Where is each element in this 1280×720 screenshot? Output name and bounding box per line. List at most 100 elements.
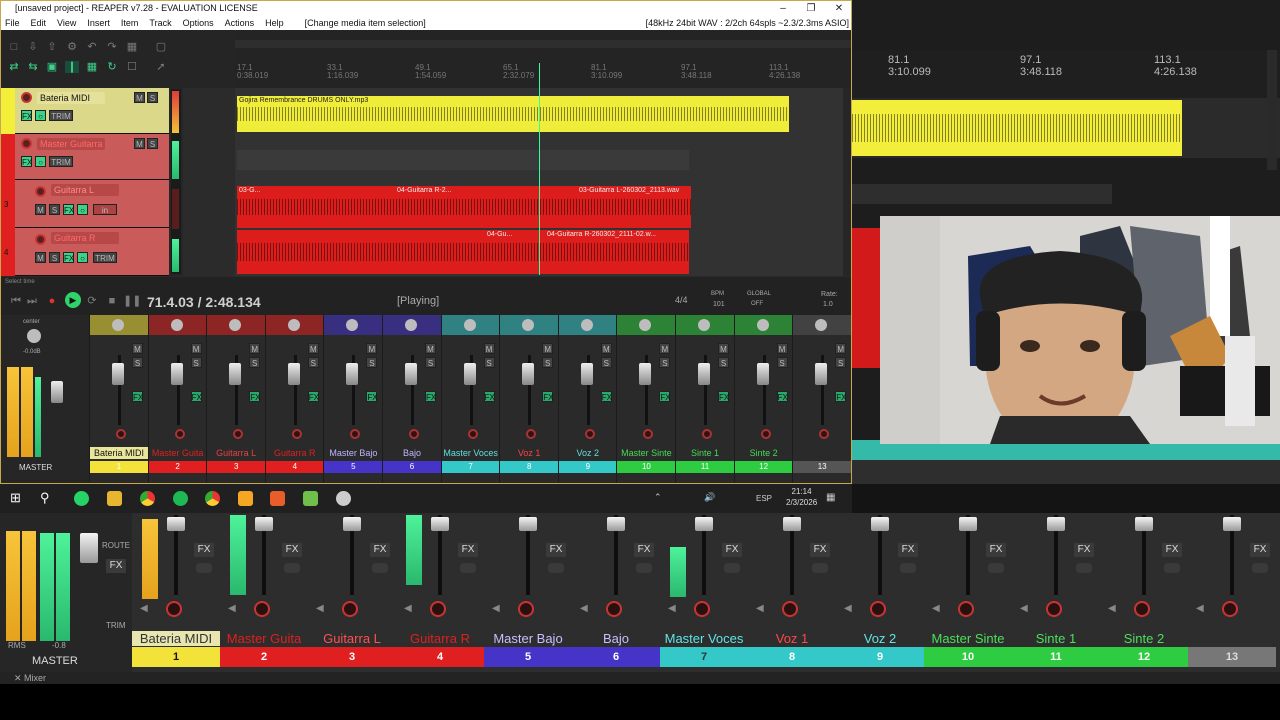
volume-fader[interactable] — [170, 363, 183, 385]
tray-chevron-icon[interactable]: ⌃ — [654, 492, 662, 503]
reaper-icon[interactable] — [336, 491, 351, 506]
record-arm-button[interactable] — [342, 601, 358, 617]
volume-fader[interactable] — [405, 363, 417, 385]
volume-fader[interactable] — [756, 363, 769, 385]
bpm-value[interactable]: 101 — [713, 301, 725, 308]
fx-button[interactable]: FX — [483, 391, 495, 402]
volume-fader[interactable] — [463, 363, 476, 385]
solo-button[interactable]: S — [307, 357, 319, 368]
channel-name[interactable]: Bateria MIDI — [132, 631, 220, 646]
open-project-icon[interactable]: ⇩ — [26, 41, 40, 53]
speaker-icon[interactable]: ◀ — [316, 603, 324, 614]
volume-fader[interactable] — [112, 363, 124, 385]
fx-button[interactable]: FX — [63, 204, 74, 215]
track-name[interactable]: Bateria MIDI — [37, 92, 105, 104]
record-arm-button[interactable] — [350, 429, 361, 439]
track-name[interactable]: Master Guitarra — [37, 138, 105, 150]
track-3[interactable]: 3 Guitarra L M S FX ○ in — [1, 180, 169, 228]
record-arm-button[interactable] — [291, 429, 302, 439]
fx-button[interactable]: FX — [282, 543, 302, 557]
channel-name[interactable]: Guitarra R — [266, 447, 324, 459]
fx-button[interactable]: FX — [249, 391, 260, 402]
fx-bypass-toggle[interactable] — [460, 563, 476, 573]
volume-fader[interactable] — [607, 517, 625, 531]
solo-button[interactable]: S — [147, 138, 158, 149]
channel-name[interactable]: Master Guita — [149, 447, 207, 459]
fx-bypass-toggle[interactable] — [284, 563, 300, 573]
record-arm-button[interactable] — [35, 186, 46, 197]
channel-name[interactable]: Guitarra L — [308, 631, 396, 646]
fx-bypass-toggle[interactable] — [1164, 563, 1180, 573]
arrange-view[interactable]: Gojira Remembrance DRUMS ONLY.mp3 03-G..… — [235, 88, 851, 276]
volume-fader[interactable] — [871, 517, 889, 531]
fx-button[interactable]: FX — [542, 391, 553, 402]
close-button[interactable]: ✕ — [825, 1, 851, 16]
menu-edit[interactable]: Edit — [31, 16, 47, 30]
global-state[interactable]: OFF — [751, 301, 763, 307]
mute-button[interactable]: M — [190, 343, 202, 354]
record-arm-button[interactable] — [694, 601, 710, 617]
mute-button[interactable]: M — [600, 343, 612, 354]
channel-name[interactable]: Master Voces — [660, 631, 748, 646]
volume-fader[interactable] — [522, 363, 535, 385]
speaker-icon[interactable]: ◀ — [1108, 603, 1116, 614]
track-4[interactable]: 4 Guitarra R M S FX ○ TRIM — [1, 228, 169, 276]
record-arm-button[interactable] — [702, 429, 712, 439]
fx-bypass-toggle[interactable] — [548, 563, 564, 573]
record-arm-button[interactable] — [254, 601, 270, 617]
drum-clip[interactable]: Gojira Remembrance DRUMS ONLY.mp3 — [237, 96, 789, 132]
fx-button[interactable]: FX — [718, 391, 729, 402]
channel-name[interactable]: Voz 1 — [748, 631, 836, 646]
solo-button[interactable]: S — [249, 357, 261, 368]
volume-fader[interactable] — [1135, 517, 1153, 531]
record-arm-button[interactable] — [606, 601, 622, 617]
record-arm-button[interactable] — [430, 601, 446, 617]
speaker-icon[interactable]: ◀ — [1020, 603, 1028, 614]
redo-icon[interactable]: ↷ — [105, 41, 119, 53]
fx-button[interactable]: FX — [835, 391, 846, 402]
fx-button[interactable]: FX — [194, 543, 214, 557]
pan-knob[interactable] — [463, 319, 476, 331]
record-arm-button[interactable] — [21, 92, 32, 103]
whatsapp-icon[interactable] — [74, 491, 89, 506]
mute-button[interactable]: M — [835, 343, 847, 354]
fx-bypass-toggle[interactable] — [636, 563, 652, 573]
maximize-button[interactable]: ❐ — [797, 1, 825, 16]
new-project-icon[interactable]: □ — [7, 41, 21, 53]
master-fader[interactable] — [51, 381, 63, 403]
solo-button[interactable]: S — [659, 357, 671, 368]
pan-knob[interactable] — [698, 319, 710, 331]
chrome-icon[interactable] — [140, 491, 155, 506]
pan-knob[interactable] — [580, 319, 593, 331]
volume-fader[interactable] — [519, 517, 537, 531]
volume-fader[interactable] — [229, 363, 242, 385]
close-icon[interactable]: ✕ — [14, 673, 24, 683]
record-arm-button[interactable] — [233, 429, 244, 439]
input-button[interactable]: in — [93, 204, 117, 215]
channel-name[interactable]: Sinte 2 — [1100, 631, 1188, 646]
record-arm-button[interactable] — [518, 601, 534, 617]
menu-track[interactable]: Track — [149, 16, 171, 30]
metronome-settings-icon[interactable]: ▦ — [125, 41, 139, 53]
fx-button[interactable]: FX — [546, 543, 566, 557]
volume-fader[interactable] — [695, 517, 713, 531]
go-to-end-icon[interactable]: ⏭ — [25, 295, 39, 307]
record-arm-button[interactable] — [116, 429, 126, 439]
pan-knob[interactable] — [756, 319, 769, 331]
undo-icon[interactable]: ↶ — [85, 41, 99, 53]
master-fx-button[interactable]: FX — [106, 559, 126, 573]
record-arm-button[interactable] — [409, 429, 419, 439]
trim-button[interactable]: TRIM — [49, 156, 73, 167]
record-arm-button[interactable] — [166, 601, 182, 617]
fx-bypass-toggle[interactable] — [812, 563, 828, 573]
speaker-icon[interactable]: ◀ — [404, 603, 412, 614]
speaker-icon[interactable]: ◀ — [580, 603, 588, 614]
stop-icon[interactable]: ■ — [105, 295, 119, 307]
record-icon[interactable]: ● — [45, 295, 59, 307]
io-button[interactable]: ○ — [35, 156, 46, 167]
record-arm-button[interactable] — [1134, 601, 1150, 617]
volume-fader[interactable] — [783, 517, 801, 531]
fx-button[interactable]: FX — [1162, 543, 1182, 557]
trim-button[interactable]: TRIM — [106, 621, 126, 630]
fx-button[interactable]: FX — [307, 391, 319, 402]
